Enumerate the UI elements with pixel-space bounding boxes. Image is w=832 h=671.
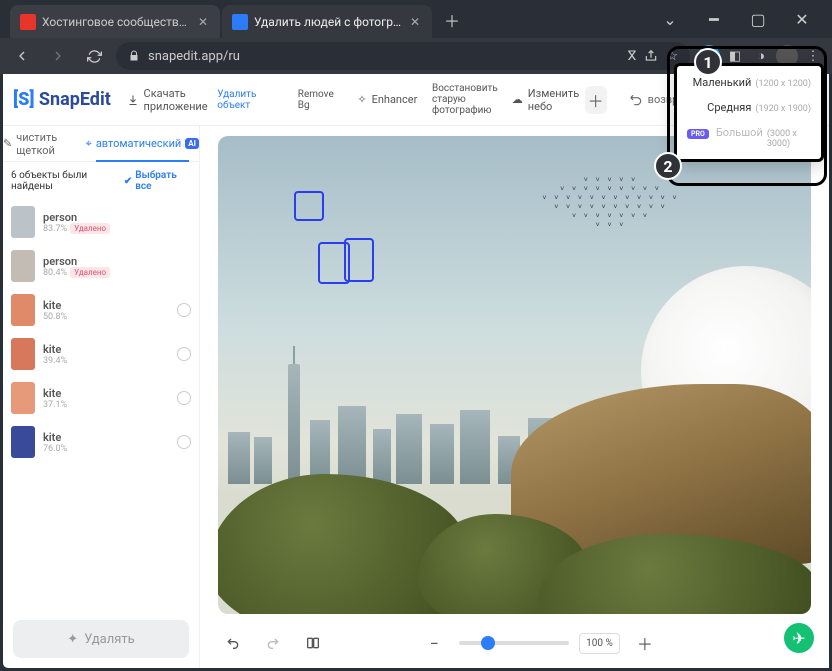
close-window-button[interactable]: ✕ xyxy=(782,5,822,33)
sparkle-icon: ✧ xyxy=(357,93,366,106)
address-actions: ⴳ ☆ xyxy=(627,49,678,64)
zoom-out-button[interactable]: − xyxy=(419,628,449,658)
object-item[interactable]: person80.4%Удалено xyxy=(3,244,199,288)
found-count: 6 объекты были найдены xyxy=(11,170,124,192)
check-icon: ✔ xyxy=(124,176,132,187)
zoom-controls: − 100 % ＋ xyxy=(419,628,660,658)
change-sky-tool[interactable]: ☁Изменить небо xyxy=(511,83,579,117)
back-button[interactable] xyxy=(8,42,36,70)
radio-icon[interactable] xyxy=(177,347,191,361)
redo-button[interactable] xyxy=(258,628,288,658)
ai-badge: AI xyxy=(185,138,199,149)
radio-icon[interactable] xyxy=(177,435,191,449)
browser-tab[interactable]: Хостинговое сообщество «Time ✕ xyxy=(10,5,220,38)
chevron-down-icon[interactable]: ⌄ xyxy=(650,5,690,33)
chat-fab[interactable]: ✈ xyxy=(784,623,814,653)
undo-button[interactable] xyxy=(218,628,248,658)
select-all-button[interactable]: ✔Выбрать все xyxy=(124,170,191,192)
delete-button[interactable]: ✦Удалять xyxy=(13,620,189,658)
zoom-slider[interactable] xyxy=(459,641,569,645)
pro-badge: PRO xyxy=(687,129,709,139)
object-thumb xyxy=(11,294,35,326)
close-icon[interactable]: ✕ xyxy=(408,15,422,29)
zoom-in-button[interactable]: ＋ xyxy=(630,628,660,658)
lock-icon xyxy=(128,50,140,62)
mode-tabs: ✎ чистить щеткой ⌖ автоматический AI xyxy=(3,126,199,162)
object-thumb xyxy=(11,338,35,370)
object-item[interactable]: kite39.4% xyxy=(3,332,199,376)
radio-icon[interactable] xyxy=(177,303,191,317)
close-icon[interactable]: ✕ xyxy=(196,15,210,29)
object-item[interactable]: kite76.0% xyxy=(3,420,199,464)
brush-icon: ✎ xyxy=(3,137,12,150)
browser-tab[interactable]: Удалить людей с фотографий, у ✕ xyxy=(222,5,432,38)
minimize-button[interactable]: ━ xyxy=(694,5,734,33)
download-size-option[interactable]: Средняя(1920 x 1900) xyxy=(677,95,821,120)
download-size-option[interactable]: PROБольшой(3000 x 3000) xyxy=(677,120,821,155)
object-thumb xyxy=(11,426,35,458)
download-size-menu: Маленький(1200 x 1200) Средняя(1920 x 19… xyxy=(674,63,824,162)
download-size-option[interactable]: Маленький(1200 x 1200) xyxy=(677,70,821,95)
object-thumb xyxy=(11,206,35,238)
image-canvas[interactable]: ˅ ˅ ˅ ˅ ˅˅ ˅ ˅ ˅ ˅ ˅ ˅ ˅ ˅˅ ˅ ˅ ˅ ˅ ˅ ˅ … xyxy=(218,136,811,614)
canvas-controls: − 100 % ＋ xyxy=(200,618,829,668)
object-list: person83.7%Удалено person80.4%Удалено ki… xyxy=(3,200,199,610)
object-thumb xyxy=(11,382,35,414)
canvas-area: ˅ ˅ ˅ ˅ ˅˅ ˅ ˅ ˅ ˅ ˅ ˅ ˅ ˅˅ ˅ ˅ ˅ ˅ ˅ ˅ … xyxy=(200,126,829,668)
address-bar[interactable]: snapedit.app/ru ⴳ ☆ xyxy=(116,42,690,70)
window-controls: ⌄ ━ ▢ ✕ xyxy=(640,5,832,33)
object-item[interactable]: person83.7%Удалено xyxy=(3,200,199,244)
forward-button[interactable] xyxy=(44,42,72,70)
remove-bg-tool[interactable]: Remove Bg xyxy=(290,85,350,115)
add-tool-button[interactable]: ＋ xyxy=(585,86,607,114)
favicon xyxy=(20,14,36,30)
found-bar: 6 объекты были найдены ✔Выбрать все xyxy=(3,162,199,200)
cloud-icon: ☁ xyxy=(512,93,523,106)
selection-box[interactable] xyxy=(294,191,324,221)
foliage xyxy=(218,484,608,614)
maximize-button[interactable]: ▢ xyxy=(738,5,778,33)
favicon xyxy=(232,14,248,30)
tab-title: Хостинговое сообщество «Time xyxy=(42,15,190,29)
download-app-button[interactable]: Скачать приложение xyxy=(127,83,203,117)
selection-box[interactable] xyxy=(344,238,374,282)
enhancer-tool[interactable]: ✧Enhancer xyxy=(356,89,419,110)
auto-mode-tab[interactable]: ⌖ автоматический AI xyxy=(86,126,199,161)
annotation-callout: 2 xyxy=(654,152,682,180)
url-text: snapedit.app/ru xyxy=(148,49,240,64)
tab-strip: Хостинговое сообщество «Time ✕ Удалить л… xyxy=(0,0,640,38)
download-icon xyxy=(127,94,139,106)
logo[interactable]: [S] SnapEdit xyxy=(13,89,111,110)
snapedit-app: [S] SnapEdit Скачать приложение Удалить … xyxy=(0,74,832,671)
share-icon[interactable] xyxy=(644,49,658,63)
zoom-value: 100 % xyxy=(579,633,620,654)
bookmark-icon[interactable]: ☆ xyxy=(666,49,678,64)
scan-icon: ⌖ xyxy=(86,137,92,151)
radio-icon[interactable] xyxy=(177,391,191,405)
object-item[interactable]: kite50.8% xyxy=(3,288,199,332)
annotation-callout: 1 xyxy=(694,48,722,76)
remove-object-tool[interactable]: Удалить объект xyxy=(209,85,284,115)
new-tab-button[interactable]: ＋ xyxy=(438,6,466,34)
object-thumb xyxy=(11,250,35,282)
translate-icon[interactable]: ⴳ xyxy=(627,49,636,64)
tab-title: Удалить людей с фотографий, у xyxy=(254,15,402,29)
object-item[interactable]: kite37.1% xyxy=(3,376,199,420)
reload-button[interactable] xyxy=(80,42,108,70)
chat-icon: ✈ xyxy=(792,629,805,648)
wand-icon: ✦ xyxy=(67,632,78,647)
browser-titlebar: Хостинговое сообщество «Time ✕ Удалить л… xyxy=(0,0,832,38)
undo-icon xyxy=(629,93,643,107)
birds: ˅ ˅ ˅ ˅ ˅˅ ˅ ˅ ˅ ˅ ˅ ˅ ˅ ˅˅ ˅ ˅ ˅ ˅ ˅ ˅ … xyxy=(471,176,751,230)
brush-mode-tab[interactable]: ✎ чистить щеткой xyxy=(3,126,86,161)
compare-button[interactable] xyxy=(298,628,328,658)
sidebar: ✎ чистить щеткой ⌖ автоматический AI 6 о… xyxy=(3,126,200,668)
restore-tool[interactable]: Восстановить старую фотографию xyxy=(425,79,505,120)
